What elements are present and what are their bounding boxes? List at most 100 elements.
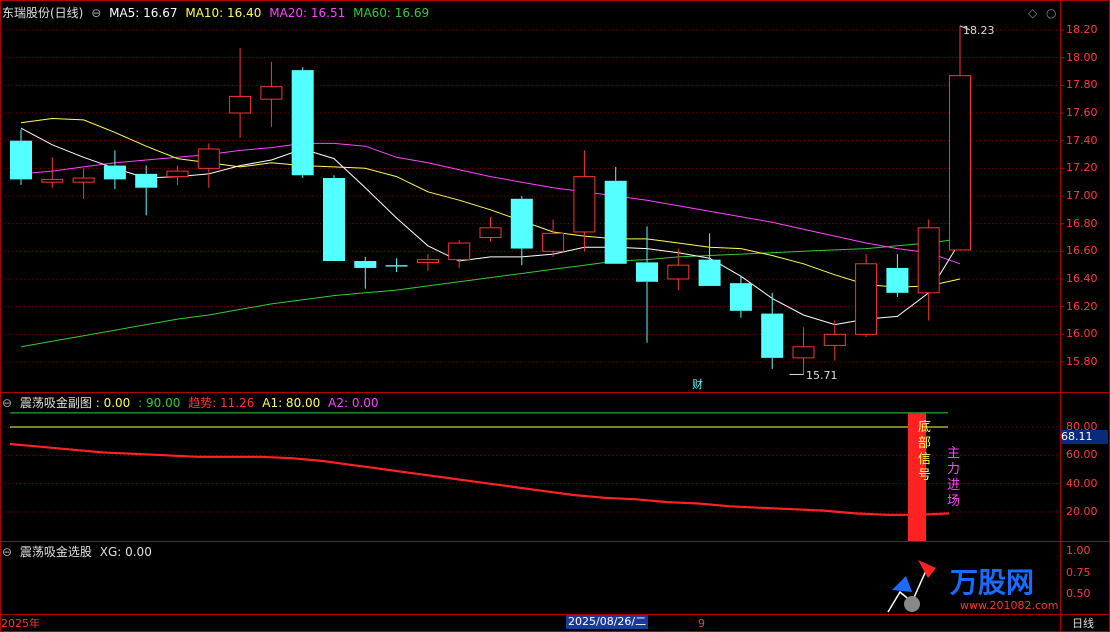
candle-body-up — [229, 95, 252, 114]
candle — [542, 219, 565, 257]
signal-char: 号 — [918, 468, 932, 483]
candle — [949, 25, 971, 251]
ma10-label: MA10: 16.40 — [185, 6, 262, 20]
candle-body-up — [416, 259, 439, 263]
candle — [197, 143, 220, 188]
candle-body-up — [166, 170, 189, 178]
signal-char: 底 — [918, 420, 932, 435]
candle-body-down — [761, 313, 784, 358]
price-tick-label: 16.40 — [1066, 272, 1098, 285]
diamond-icon[interactable]: ◇ — [1028, 6, 1037, 20]
chart-canvas — [0, 0, 1110, 632]
inflow-char: 力 — [947, 462, 961, 477]
trend-label: 趋势: 11.26 — [188, 396, 255, 410]
sub-gridlines — [0, 426, 1060, 513]
candle — [103, 150, 126, 190]
candle — [917, 219, 940, 321]
candle — [354, 256, 377, 289]
candle-body-up — [448, 242, 471, 261]
price-tick-label: 16.20 — [1066, 299, 1098, 313]
candle-body-down — [886, 267, 909, 293]
ma20-label: MA20: 16.51 — [269, 6, 346, 20]
xg-label: XG: 0.00 — [99, 545, 152, 559]
price-tick-label: 15.80 — [1066, 355, 1098, 368]
low-price-label: 15.71 — [806, 369, 838, 382]
select-legend: ⊖ 震荡吸金选股 XG: 0.00 — [2, 545, 156, 559]
candle-body-up — [41, 178, 64, 183]
ma5-label: MA5: 16.67 — [109, 6, 178, 20]
candle-body-down — [698, 259, 721, 286]
candle — [416, 254, 439, 271]
candle — [385, 258, 408, 273]
candle-body-up — [823, 333, 846, 346]
finance-event-marker[interactable]: 财 — [692, 378, 703, 392]
indicator-tick-label: 60.00 — [1066, 448, 1098, 462]
candle-body-up — [479, 227, 502, 238]
select-ytick: 1.00 — [1066, 544, 1091, 557]
candle-body-down — [135, 173, 158, 188]
trend-line — [9, 442, 950, 516]
main-gridlines — [0, 29, 1064, 363]
price-tick-label: 17.60 — [1066, 106, 1098, 119]
candle — [886, 254, 909, 297]
ma10-line — [20, 117, 961, 288]
ma20-line — [20, 142, 961, 265]
collapse-icon[interactable]: ⊖ — [2, 396, 12, 410]
inflow-char: 进 — [947, 478, 961, 493]
candle — [10, 129, 32, 185]
candle — [72, 168, 95, 199]
candle-body-down — [323, 178, 345, 262]
sub-legend: ⊖ 震荡吸金副图 : 0.00 : 90.00 趋势: 11.26 A1: 80… — [2, 396, 383, 410]
sub-value-2: : 90.00 — [138, 396, 181, 410]
indicator-tick-label: 20.00 — [1066, 505, 1098, 518]
candle-body-down — [103, 165, 126, 180]
candle — [323, 175, 345, 262]
candle-body-down — [354, 261, 377, 268]
logo-text: 万股网 — [950, 566, 1035, 599]
price-tick-label: 17.20 — [1066, 161, 1098, 175]
price-tick-label: 16.60 — [1066, 244, 1098, 258]
price-tick-label: 18.20 — [1066, 23, 1098, 36]
candle-body-up — [542, 232, 565, 252]
circle-icon[interactable]: ○ — [1046, 6, 1056, 20]
indicator-tick-label: 40.00 — [1066, 476, 1098, 490]
high-price-label: 18.23 — [963, 24, 995, 37]
month-marker: 9 — [698, 617, 705, 630]
candle-body-up — [197, 148, 220, 169]
cursor-date-label: 2025/08/26/二 — [566, 615, 649, 629]
candle — [823, 320, 846, 361]
candle-body-up — [855, 263, 878, 335]
candle-body-up — [573, 176, 596, 233]
collapse-icon[interactable]: ⊖ — [2, 545, 12, 559]
collapse-icon[interactable]: ⊖ — [91, 6, 101, 20]
stock-title: 东瑞股份(日线) — [2, 6, 84, 20]
select-title: 震荡吸金选股 — [19, 545, 92, 559]
candle — [291, 67, 314, 179]
logo-subtext: www.201082.com — [960, 599, 1059, 612]
period-label: 日线 — [1072, 617, 1094, 630]
candle — [448, 240, 471, 268]
candle — [636, 226, 658, 343]
candle — [229, 47, 252, 138]
inflow-char: 场 — [947, 494, 961, 509]
candle — [135, 165, 158, 216]
price-tick-label: 16.80 — [1066, 216, 1098, 230]
candle-body-up — [917, 227, 940, 294]
a2-label: A2: 0.00 — [328, 396, 379, 410]
candle-body-up — [260, 86, 283, 100]
frame — [0, 0, 1110, 632]
price-tick-label: 18.00 — [1066, 50, 1098, 64]
candle-body-up — [72, 177, 95, 183]
price-tick-label: 17.80 — [1066, 78, 1098, 92]
select-ytick: 0.75 — [1066, 566, 1091, 579]
current-value-badge: 68.11 — [1061, 430, 1108, 444]
main-legend: 东瑞股份(日线) ⊖ MA5: 16.67 MA10: 16.40 MA20: … — [2, 6, 433, 20]
candle — [479, 216, 502, 242]
candle-body-down — [604, 180, 627, 264]
candle — [698, 233, 721, 286]
candle — [604, 166, 627, 264]
a1-label: A1: 80.00 — [262, 396, 321, 410]
candle — [573, 150, 596, 252]
price-tick-label: 16.00 — [1066, 327, 1098, 341]
candle — [667, 248, 690, 291]
